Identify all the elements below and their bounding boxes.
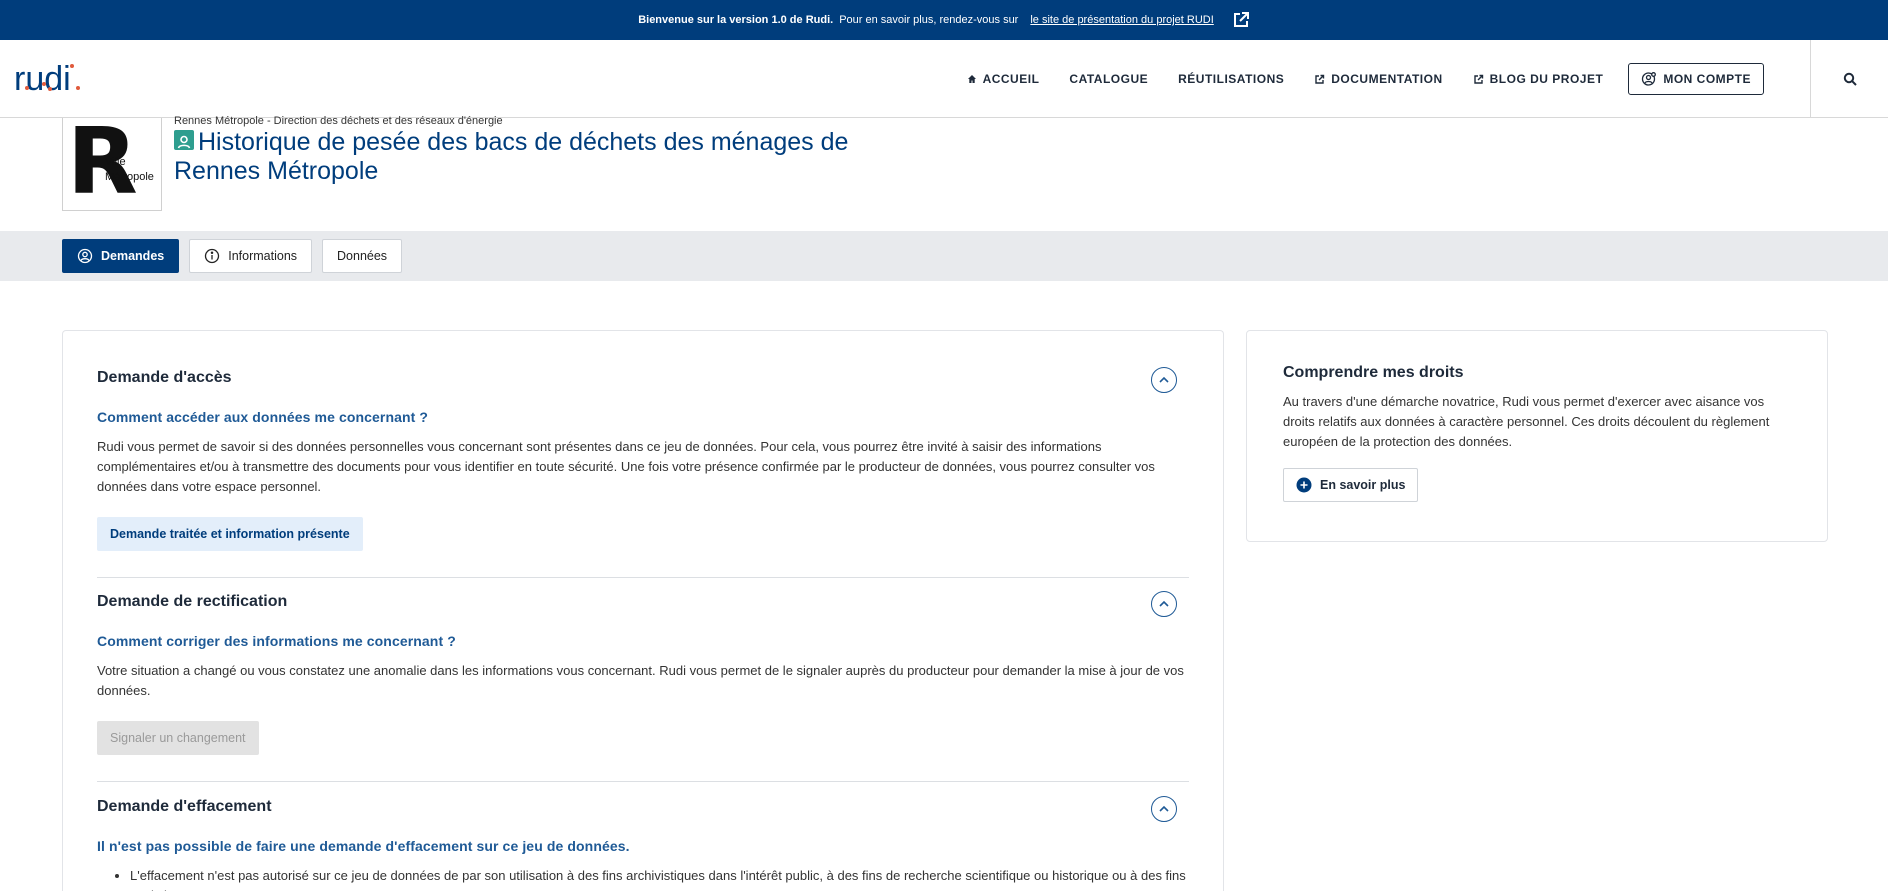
producer-logo-letter: R [67,118,138,211]
producer-logo-line2: Métropole [105,171,154,183]
learn-more-button[interactable]: En savoir plus [1283,468,1419,502]
chevron-up-icon [1159,805,1169,812]
nav-accueil-label: ACCUEIL [982,72,1040,86]
info-icon [205,248,220,264]
tab-donnees-label: Données [337,249,388,263]
rectification-request-section: Demande de rectification Comment corrige… [97,591,1189,755]
chevron-up-icon [1159,376,1169,383]
section-divider [97,781,1189,782]
tab-informations-label: Informations [228,249,298,263]
main-nav: ACCUEIL CATALOGUE RÉUTILISATIONS DOCUMEN… [952,40,1786,118]
svg-text:rudi: rudi [14,60,71,98]
producer-logo-line1: Ville [105,156,126,168]
search-button[interactable] [1810,40,1888,118]
rights-body: Au travers d'une démarche novatrice, Rud… [1283,394,1770,449]
rectification-request-body: Votre situation a changé ou vous constat… [97,663,1184,698]
nav-documentation-label: DOCUMENTATION [1331,72,1443,86]
banner-bold-text: Bienvenue sur la version 1.0 de Rudi. [638,14,834,26]
nav-blog[interactable]: BLOG DU PROJET [1458,72,1619,86]
dataset-header: R Ville Métropole Rennes Métropole - Dir… [0,115,1888,231]
access-request-question: Comment accéder aux données me concernan… [97,409,429,425]
personal-data-icon [174,130,194,150]
list-item: L'effacement n'est pas autorisé sur ce j… [130,866,1189,891]
external-link-icon [1315,74,1325,84]
account-button[interactable]: MON COMPTE [1628,63,1764,95]
access-request-section: Demande d'accès Comment accéder aux donn… [97,367,1189,551]
search-icon [1843,72,1857,86]
nav-blog-label: BLOG DU PROJET [1489,72,1604,86]
access-status-button[interactable]: Demande traitée et information présente [97,517,363,551]
tab-demandes[interactable]: Demandes [62,239,180,273]
nav-reutilisations[interactable]: RÉUTILISATIONS [1163,72,1299,86]
info-banner: Bienvenue sur la version 1.0 de Rudi. Po… [0,0,1888,40]
producer-name[interactable]: Rennes Métropole - Direction des déchets… [174,115,503,127]
erasure-reasons-list: L'effacement n'est pas autorisé sur ce j… [97,866,1189,891]
access-request-title: Demande d'accès [97,369,232,386]
user-gear-icon [1642,72,1657,86]
nav-documentation[interactable]: DOCUMENTATION [1299,72,1457,86]
producer-logo: R Ville Métropole [62,118,162,211]
rights-title: Comprendre mes droits [1283,364,1464,381]
tab-demandes-label: Demandes [101,249,165,263]
dataset-title: Historique de pesée des bacs de déchets … [174,128,849,185]
report-change-button[interactable]: Signaler un changement [97,721,259,755]
access-request-body: Rudi vous permet de savoir si des donnée… [97,439,1155,494]
rectification-request-question: Comment corriger des informations me con… [97,633,456,649]
nav-accueil[interactable]: ACCUEIL [952,72,1055,86]
tab-informations[interactable]: Informations [189,239,313,273]
collapse-erasure-button[interactable] [1151,796,1177,822]
tab-donnees[interactable]: Données [322,239,403,273]
collapse-access-button[interactable] [1151,367,1177,393]
erasure-request-section: Demande d'effacement Il n'est pas possib… [97,796,1189,891]
rudi-logo[interactable]: rudi [14,58,86,98]
erasure-request-question: Il n'est pas possible de faire une deman… [97,838,630,854]
nav-catalogue-label: CATALOGUE [1069,72,1149,86]
dataset-title-wrap: Historique de pesée des bacs de déchets … [174,128,854,186]
account-button-label: MON COMPTE [1663,72,1751,86]
external-link-icon[interactable] [1232,11,1250,29]
tabs-bar: Demandes Informations Données [0,231,1888,281]
erasure-request-title: Demande d'effacement [97,798,272,815]
rectification-request-title: Demande de rectification [97,593,288,610]
collapse-rectification-button[interactable] [1151,591,1177,617]
nav-reutilisations-label: RÉUTILISATIONS [1178,72,1285,86]
requests-card: Demande d'accès Comment accéder aux donn… [62,330,1224,891]
site-header: rudi ACCUEIL CATALOGUE RÉUTILISATIONS DO… [0,40,1888,118]
external-link-icon [1473,74,1483,84]
section-divider [97,577,1189,578]
user-circle-icon [77,248,93,264]
banner-text: Pour en savoir plus, rendez-vous sur [839,14,1019,26]
banner-link[interactable]: le site de présentation du projet RUDI [1030,14,1213,26]
rights-card: Comprendre mes droits Au travers d'une d… [1246,330,1828,542]
nav-catalogue[interactable]: CATALOGUE [1054,72,1163,86]
learn-more-label: En savoir plus [1320,478,1406,492]
chevron-up-icon [1159,600,1169,607]
home-icon [967,75,976,83]
plus-circle-icon [1296,477,1312,493]
